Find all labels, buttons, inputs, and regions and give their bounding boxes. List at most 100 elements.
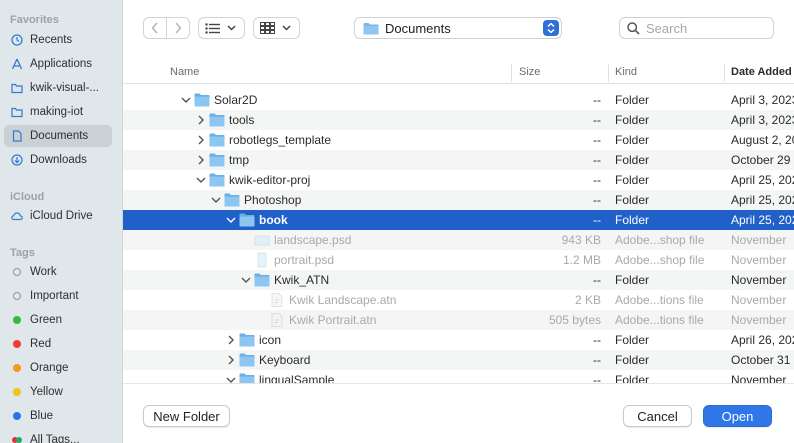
group-by-button[interactable] [253, 17, 300, 39]
disclosure-expanded[interactable] [225, 373, 237, 383]
chevron-right-icon [228, 335, 234, 345]
file-row[interactable]: Solar2D -- Folder April 3, 2023 [123, 90, 794, 110]
file-name: kwik-editor-proj [229, 173, 311, 187]
file-size: 943 KB [561, 233, 601, 247]
sidebar-item-label: Recents [30, 34, 73, 46]
tag-color-icon [11, 386, 23, 398]
file-row[interactable]: Photoshop -- Folder April 25, 2024 [123, 190, 794, 210]
column-size[interactable]: Size [519, 66, 540, 78]
disclosure-collapsed[interactable] [195, 153, 207, 167]
file-size: -- [593, 153, 601, 167]
file-size: -- [593, 373, 601, 384]
folder-icon [363, 22, 379, 34]
file-row[interactable]: Kwik Portrait.atn 505 bytes Adobe...tions … [123, 310, 794, 330]
file-list: Solar2D -- Folder April 3, 2023 tools -- Folde… [123, 84, 794, 384]
tag-color-icon [11, 314, 23, 326]
disclosure-expanded[interactable] [210, 193, 222, 207]
sidebar-item-green[interactable]: Green [4, 309, 112, 331]
location-stepper[interactable] [543, 20, 559, 36]
sidebar-item-label: Important [30, 290, 79, 302]
sidebar-item-documents[interactable]: Documents [4, 125, 112, 147]
disclosure-collapsed[interactable] [225, 353, 237, 367]
download-icon [11, 154, 23, 166]
tag-color-icon [11, 410, 23, 422]
disclosure-expanded[interactable] [195, 173, 207, 187]
folder-icon [209, 113, 225, 127]
column-divider[interactable] [511, 64, 512, 82]
file-row[interactable]: Kwik Landscape.atn 2 KB Adobe...tions file… [123, 290, 794, 310]
new-folder-button[interactable]: New Folder [143, 405, 230, 427]
cloud-icon [11, 212, 23, 221]
column-divider[interactable] [724, 64, 725, 82]
file-row[interactable]: tools -- Folder April 3, 2023 [123, 110, 794, 130]
file-row[interactable]: Keyboard -- Folder October 31 [123, 350, 794, 370]
file-date-added: April 26, 2024 [731, 333, 794, 347]
file-name: landscape.psd [274, 233, 352, 247]
file-size: -- [593, 353, 601, 367]
sidebar-item-blue[interactable]: Blue [4, 405, 112, 427]
sidebar-item-all-tags[interactable]: All Tags... [4, 429, 112, 443]
file-row[interactable]: tmp -- Folder October 29 [123, 150, 794, 170]
file-size: -- [593, 273, 601, 287]
chevron-down-icon [226, 217, 236, 223]
file-date-added: April 25, 2024 [731, 193, 794, 207]
file-row[interactable]: portrait.psd 1.2 MB Adobe...shop file Novem… [123, 250, 794, 270]
history-navigation [143, 17, 190, 39]
disclosure-collapsed[interactable] [195, 113, 207, 127]
column-kind[interactable]: Kind [615, 66, 637, 78]
disclosure-expanded[interactable] [180, 93, 192, 107]
search-icon [627, 21, 640, 35]
chevron-down-icon [211, 197, 221, 203]
column-header: Name Size Kind Date Added [123, 62, 794, 84]
open-button[interactable]: Open [703, 405, 772, 427]
sidebar-item-red[interactable]: Red [4, 333, 112, 355]
file-row[interactable]: book -- Folder April 25, 2024 [123, 210, 794, 230]
cancel-button[interactable]: Cancel [623, 405, 692, 427]
disclosure-collapsed[interactable] [195, 133, 207, 147]
search-input[interactable] [646, 20, 766, 36]
sidebar-item-recents[interactable]: Recents [4, 29, 112, 51]
location-label: Documents [385, 20, 451, 36]
disclosure-expanded[interactable] [240, 273, 252, 287]
file-kind: Adobe...shop file [615, 233, 705, 247]
file-kind: Adobe...tions file [615, 313, 704, 327]
file-date-added: November [731, 373, 787, 384]
tags-heading: Tags [10, 247, 35, 259]
action-file-icon [271, 313, 283, 327]
sidebar-item-orange[interactable]: Orange [4, 357, 112, 379]
file-row[interactable]: landscape.psd 943 KB Adobe...shop file Nove… [123, 230, 794, 250]
forward-button[interactable] [166, 18, 189, 38]
file-name: robotlegs_template [229, 133, 332, 147]
file-row[interactable]: kwik-editor-proj -- Folder April 25, 2024 [123, 170, 794, 190]
toolbar: Documents [123, 0, 794, 58]
file-row[interactable]: Kwik_ATN -- Folder November [123, 270, 794, 290]
sidebar-item-kwik-visual[interactable]: kwik-visual-... [4, 77, 112, 99]
column-date-added[interactable]: Date Added [731, 66, 792, 78]
sidebar-item-work[interactable]: Work [4, 261, 112, 283]
disclosure-expanded[interactable] [225, 213, 237, 227]
column-name[interactable]: Name [170, 66, 199, 78]
location-selector[interactable]: Documents [354, 17, 562, 39]
column-divider[interactable] [608, 64, 609, 82]
list-view-button[interactable] [198, 17, 245, 39]
file-date-added: October 31 [731, 353, 791, 367]
sidebar-item-label: Documents [30, 130, 89, 142]
back-button[interactable] [144, 18, 166, 38]
sidebar-item-yellow[interactable]: Yellow [4, 381, 112, 403]
sidebar-item-downloads[interactable]: Downloads [4, 149, 112, 171]
image-file-icon [257, 252, 267, 268]
chevron-down-icon [196, 177, 206, 183]
search-field[interactable] [619, 17, 774, 39]
sidebar-item-icloud-drive[interactable]: iCloud Drive [4, 205, 112, 227]
sidebar-item-making-iot[interactable]: making-iot [4, 101, 112, 123]
chevron-left-icon [151, 22, 158, 34]
file-row[interactable]: lingualSample -- Folder November [123, 370, 794, 384]
file-row[interactable]: robotlegs_template -- Folder August 2, 2023 [123, 130, 794, 150]
sidebar-item-important[interactable]: Important [4, 285, 112, 307]
disclosure-collapsed[interactable] [225, 333, 237, 347]
sidebar-item-label: making-iot [30, 106, 84, 118]
folder-icon [239, 333, 255, 347]
folder-icon [209, 173, 225, 187]
sidebar-item-applications[interactable]: Applications [4, 53, 112, 75]
file-row[interactable]: icon -- Folder April 26, 2024 [123, 330, 794, 350]
